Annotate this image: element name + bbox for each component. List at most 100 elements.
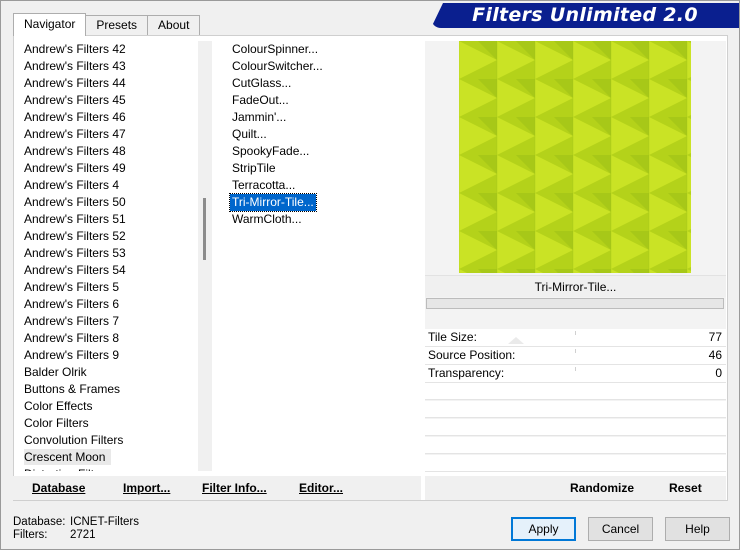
category-item-label: Andrew's Filters 46 <box>24 110 126 124</box>
import-button[interactable]: Import... <box>123 481 170 495</box>
category-item[interactable]: Andrew's Filters 6 <box>17 296 197 313</box>
category-item-label: Andrew's Filters 48 <box>24 144 126 158</box>
category-item[interactable]: Color Filters <box>17 415 197 432</box>
category-item-label: Andrew's Filters 5 <box>24 280 119 294</box>
filters-count-label: Filters: <box>13 529 48 541</box>
filter-item-label: Terracotta... <box>232 178 296 192</box>
category-item[interactable]: Crescent Moon <box>17 449 197 466</box>
reset-button[interactable]: Reset <box>669 481 702 495</box>
param-row-tile-size[interactable]: Tile Size: 77 <box>425 329 726 347</box>
category-scrollbar-thumb[interactable] <box>203 198 206 260</box>
category-item[interactable]: Andrew's Filters 8 <box>17 330 197 347</box>
category-item[interactable]: Andrew's Filters 49 <box>17 160 197 177</box>
filter-item[interactable]: ColourSpinner... <box>219 41 419 58</box>
category-item-label: Andrew's Filters 53 <box>24 246 126 260</box>
title-banner-text: Filters Unlimited 2.0 <box>472 4 698 26</box>
category-item-label: Andrew's Filters 6 <box>24 297 119 311</box>
tab-about[interactable]: About <box>147 15 201 35</box>
category-item-label: Andrew's Filters 45 <box>24 93 126 107</box>
param-value: 0 <box>715 366 722 380</box>
filter-item-label: WarmCloth... <box>232 212 302 226</box>
filter-item-label: StripTile <box>232 161 276 175</box>
filter-list[interactable]: ColourSpinner... ColourSwitcher... CutGlas… <box>219 41 419 471</box>
filter-item[interactable]: StripTile <box>219 160 419 177</box>
category-item[interactable]: Andrew's Filters 54 <box>17 262 197 279</box>
database-button-label: Database <box>32 481 86 495</box>
category-item-label: Distortion Filters <box>24 467 111 471</box>
preview-filter-name: Tri-Mirror-Tile... <box>425 275 726 297</box>
category-item-label: Andrew's Filters 43 <box>24 59 126 73</box>
database-status-value: ICNET-Filters <box>70 516 139 528</box>
filter-item-label: Jammin'... <box>232 110 287 124</box>
randomize-button[interactable]: Randomize <box>570 481 634 495</box>
slider-tick <box>575 349 576 353</box>
filter-item-label: ColourSwitcher... <box>232 59 323 73</box>
category-item-label: Crescent Moon <box>24 449 112 465</box>
param-label: Transparency: <box>428 366 505 380</box>
param-row-empty <box>425 383 726 400</box>
category-item[interactable]: Andrew's Filters 53 <box>17 245 197 262</box>
category-item[interactable]: Andrew's Filters 4 <box>17 177 197 194</box>
category-item[interactable]: Convolution Filters <box>17 432 197 449</box>
filter-item[interactable]: FadeOut... <box>219 92 419 109</box>
filter-item-label: FadeOut... <box>232 93 289 107</box>
category-item[interactable]: Andrew's Filters 45 <box>17 92 197 109</box>
apply-button[interactable]: Apply <box>511 517 576 541</box>
category-item-label: Andrew's Filters 4 <box>24 178 119 192</box>
filter-item-label: Quilt... <box>232 127 267 141</box>
tab-presets[interactable]: Presets <box>85 15 149 35</box>
tab-bar: Navigator Presets About <box>13 13 201 36</box>
cancel-button[interactable]: Cancel <box>588 517 653 541</box>
filter-item[interactable]: ColourSwitcher... <box>219 58 419 75</box>
filter-item[interactable]: SpookyFade... <box>219 143 419 160</box>
category-item-label: Andrew's Filters 44 <box>24 76 126 90</box>
category-item[interactable]: Andrew's Filters 43 <box>17 58 197 75</box>
category-item-label: Color Filters <box>24 416 89 430</box>
param-row-empty <box>425 401 726 418</box>
filter-item-label: SpookyFade... <box>232 144 310 158</box>
category-item[interactable]: Andrew's Filters 7 <box>17 313 197 330</box>
category-item-label: Andrew's Filters 49 <box>24 161 126 175</box>
category-item[interactable]: Andrew's Filters 44 <box>17 75 197 92</box>
category-item[interactable]: Andrew's Filters 9 <box>17 347 197 364</box>
category-item-label: Andrew's Filters 9 <box>24 348 119 362</box>
category-item[interactable]: Andrew's Filters 42 <box>17 41 197 58</box>
param-row-empty <box>425 455 726 472</box>
category-item[interactable]: Andrew's Filters 52 <box>17 228 197 245</box>
category-scrollbar[interactable] <box>198 41 212 471</box>
filter-item-label: CutGlass... <box>232 76 292 90</box>
filter-item[interactable]: Jammin'... <box>219 109 419 126</box>
param-row-transparency[interactable]: Transparency: 0 <box>425 365 726 383</box>
category-item[interactable]: Balder Olrik <box>17 364 197 381</box>
category-item[interactable]: Distortion Filters <box>17 466 197 471</box>
preview-pattern <box>459 41 691 273</box>
database-button[interactable]: Database <box>32 481 85 495</box>
filter-item[interactable]: Quilt... <box>219 126 419 143</box>
param-value: 77 <box>708 330 722 344</box>
filter-item[interactable]: Tri-Mirror-Tile... <box>219 193 419 212</box>
tab-navigator[interactable]: Navigator <box>13 13 87 36</box>
filter-info-button-label: Filter Info... <box>202 481 267 495</box>
category-list[interactable]: Andrew's Filters 42 Andrew's Filters 43 An… <box>17 41 197 471</box>
category-item[interactable]: Andrew's Filters 47 <box>17 126 197 143</box>
category-item[interactable]: Andrew's Filters 50 <box>17 194 197 211</box>
filter-item[interactable]: WarmCloth... <box>219 211 419 228</box>
category-item[interactable]: Andrew's Filters 5 <box>17 279 197 296</box>
param-row-source-position[interactable]: Source Position: 46 <box>425 347 726 365</box>
filters-unlimited-window: Navigator Presets About Filters Unlimite… <box>0 0 740 550</box>
help-button[interactable]: Help <box>665 517 730 541</box>
category-item[interactable]: Buttons & Frames <box>17 381 197 398</box>
filter-item[interactable]: Terracotta... <box>219 177 419 194</box>
category-item[interactable]: Andrew's Filters 48 <box>17 143 197 160</box>
title-banner: Filters Unlimited 2.0 <box>431 3 739 28</box>
param-row-empty <box>425 437 726 454</box>
editor-button[interactable]: Editor... <box>299 481 343 495</box>
category-item-label: Andrew's Filters 51 <box>24 212 126 226</box>
category-item-label: Balder Olrik <box>24 365 87 379</box>
category-item[interactable]: Color Effects <box>17 398 197 415</box>
filter-info-button[interactable]: Filter Info... <box>202 481 267 495</box>
progress-bar <box>426 298 724 309</box>
category-item[interactable]: Andrew's Filters 46 <box>17 109 197 126</box>
category-item[interactable]: Andrew's Filters 51 <box>17 211 197 228</box>
filter-item[interactable]: CutGlass... <box>219 75 419 92</box>
